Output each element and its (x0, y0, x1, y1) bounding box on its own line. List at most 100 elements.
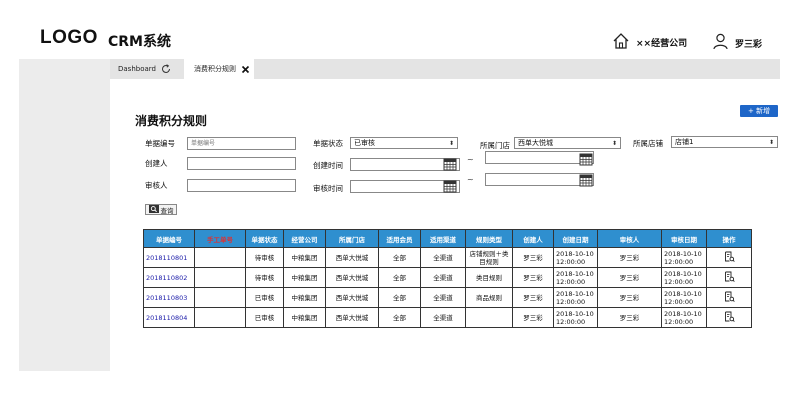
reviewer-input[interactable] (187, 179, 296, 192)
query-button[interactable]: 查询 (145, 204, 177, 215)
cell-company: 中粮集团 (283, 247, 326, 268)
cell-store: 西单大悦城 (325, 247, 379, 268)
shop-select[interactable]: 店铺1 ⬍ (671, 136, 778, 148)
cell-creator: 罗三彩 (512, 307, 554, 328)
document-edit-icon[interactable] (724, 291, 735, 304)
review-time-end-input[interactable] (485, 173, 594, 186)
document-edit-icon[interactable] (724, 271, 735, 284)
cell-rule-type: 类目规则 (465, 267, 513, 288)
status-label: 单据状态 (313, 139, 343, 148)
col-header-channel[interactable]: 适用渠道 (420, 229, 466, 248)
cell-status: 待审核 (245, 267, 284, 288)
create-time-label: 创建时间 (313, 161, 343, 170)
col-header-company[interactable]: 经营公司 (283, 229, 326, 248)
select-arrows-icon: ⬍ (611, 139, 617, 147)
reviewer-label: 审核人 (145, 181, 168, 190)
table-row: 2018110803 已审核 中粮集团 西单大悦城 全部 全渠道 商品规则 罗三… (143, 287, 752, 308)
range-separator: ~ (467, 155, 474, 164)
cell-channel: 全渠道 (420, 267, 466, 288)
cell-reviewer: 罗三彩 (597, 247, 662, 268)
cell-create-date: 2018-10-10 12:00:00 (553, 247, 598, 268)
create-time-end-input[interactable] (485, 151, 594, 164)
cell-manual-no (194, 287, 246, 308)
cell-manual-no (194, 247, 246, 268)
document-edit-icon[interactable] (724, 251, 735, 264)
col-header-review-date[interactable]: 审核日期 (661, 229, 707, 248)
creator-input[interactable] (187, 157, 296, 170)
cell-reviewer: 罗三彩 (597, 267, 662, 288)
col-header-create-date[interactable]: 创建日期 (553, 229, 598, 248)
cell-actions (706, 267, 752, 288)
cell-create-date: 2018-10-10 12:00:00 (553, 287, 598, 308)
cell-review-date: 2018-10-10 12:00:00 (661, 247, 707, 268)
close-icon[interactable] (241, 65, 250, 74)
col-header-reviewer[interactable]: 审核人 (597, 229, 662, 248)
status-select[interactable]: 已审核 ⬍ (350, 137, 458, 149)
cell-actions (706, 287, 752, 308)
cell-company: 中粮集团 (283, 267, 326, 288)
shop-value: 店铺1 (675, 138, 694, 146)
cell-doc-no-link[interactable]: 2018110801 (143, 247, 195, 268)
cell-store: 西单大悦城 (325, 287, 379, 308)
calendar-icon[interactable] (579, 151, 593, 170)
cell-creator: 罗三彩 (512, 247, 554, 268)
user-name: 罗三彩 (735, 39, 763, 50)
cell-channel: 全渠道 (420, 247, 466, 268)
doc-no-label: 单据编号 (145, 139, 175, 148)
col-header-status[interactable]: 单据状态 (245, 229, 284, 248)
store-select[interactable]: 西单大悦城 ⬍ (514, 137, 621, 149)
cell-review-date: 2018-10-10 12:00:00 (661, 307, 707, 328)
cell-company: 中粮集团 (283, 287, 326, 308)
cell-reviewer: 罗三彩 (597, 307, 662, 328)
status-value: 已审核 (354, 139, 375, 147)
search-icon (148, 204, 159, 215)
refresh-icon[interactable] (161, 64, 171, 74)
col-header-creator[interactable]: 创建人 (512, 229, 554, 248)
col-header-store[interactable]: 所属门店 (325, 229, 379, 248)
user-menu[interactable]: 罗三彩 (712, 33, 762, 53)
cell-actions (706, 247, 752, 268)
tab-rules-label: 消费积分规则 (194, 65, 236, 73)
tab-dashboard[interactable]: Dashboard (118, 59, 171, 79)
cell-creator: 罗三彩 (512, 267, 554, 288)
tab-bar: Dashboard 消费积分规则 (110, 59, 780, 79)
document-edit-icon[interactable] (724, 311, 735, 324)
cell-create-date: 2018-10-10 12:00:00 (553, 307, 598, 328)
col-header-member[interactable]: 适用会员 (378, 229, 421, 248)
tab-dashboard-label: Dashboard (118, 65, 156, 73)
cell-store: 西单大悦城 (325, 267, 379, 288)
cell-member: 全部 (378, 287, 421, 308)
store-label: 所属门店 (480, 141, 510, 150)
cell-member: 全部 (378, 307, 421, 328)
table-header-row: 单据编号 手工单号 单据状态 经营公司 所属门店 适用会员 适用渠道 规则类型 … (143, 229, 752, 248)
cell-status: 待审核 (245, 247, 284, 268)
cell-doc-no-link[interactable]: 2018110804 (143, 307, 195, 328)
cell-member: 全部 (378, 247, 421, 268)
cell-rule-type: 店铺规则＋类目规则 (465, 247, 513, 268)
col-header-rule-type[interactable]: 规则类型 (465, 229, 513, 248)
add-button[interactable]: + 新增 (740, 105, 778, 117)
shop-label: 所属店铺 (633, 139, 663, 148)
rules-table: 单据编号 手工单号 单据状态 经营公司 所属门店 适用会员 适用渠道 规则类型 … (143, 229, 752, 328)
calendar-icon[interactable] (443, 156, 457, 175)
cell-creator: 罗三彩 (512, 287, 554, 308)
cell-rule-type (465, 307, 513, 328)
calendar-icon[interactable] (579, 172, 593, 191)
calendar-icon[interactable] (443, 178, 457, 197)
query-label: 查询 (160, 206, 174, 215)
cell-doc-no-link[interactable]: 2018110803 (143, 287, 195, 308)
tab-consumption-points-rules[interactable]: 消费积分规则 (184, 59, 254, 79)
col-header-doc-no[interactable]: 单据编号 (143, 229, 195, 248)
cell-manual-no (194, 307, 246, 328)
cell-review-date: 2018-10-10 12:00:00 (661, 267, 707, 288)
cell-actions (706, 307, 752, 328)
company-switcher[interactable]: ××经营公司 (612, 32, 687, 53)
range-separator: ~ (467, 175, 474, 184)
cell-channel: 全渠道 (420, 287, 466, 308)
col-header-manual-no[interactable]: 手工单号 (194, 229, 246, 248)
cell-doc-no-link[interactable]: 2018110802 (143, 267, 195, 288)
doc-no-input[interactable] (187, 137, 296, 150)
page-title: 消费积分规则 (135, 114, 208, 128)
cell-store: 西单大悦城 (325, 307, 379, 328)
home-icon (612, 32, 630, 53)
